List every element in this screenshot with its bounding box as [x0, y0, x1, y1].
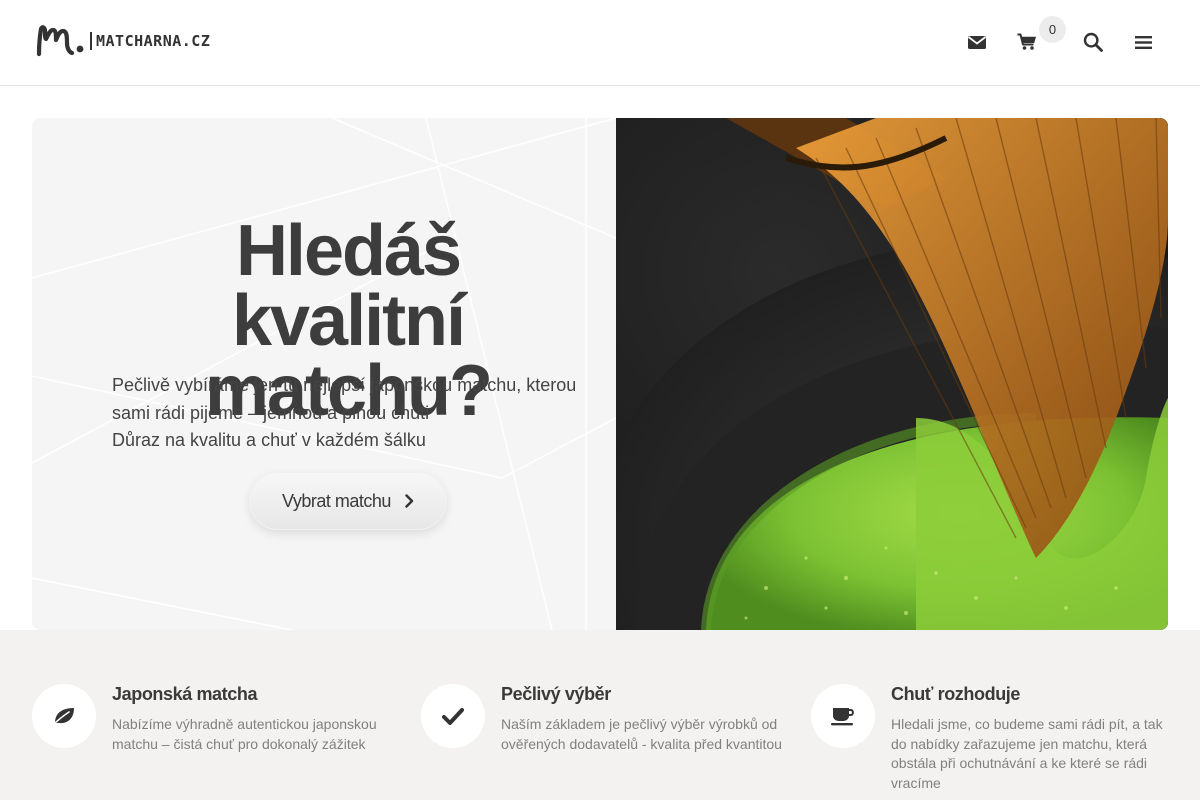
envelope-icon — [967, 36, 987, 49]
feature-title: Pečlivý výběr — [501, 684, 611, 704]
site-logo[interactable]: MATCHARNA.CZ — [36, 25, 210, 57]
hero-description-line: Důraz na kvalitu a chuť v každém šálku — [112, 430, 426, 450]
contact-button[interactable] — [964, 29, 990, 55]
feature-title: Chuť rozhoduje — [891, 684, 1021, 704]
feature-text: Naším základem je pečlivý výběr výrobků … — [501, 716, 782, 752]
feature-title: Japonská matcha — [112, 684, 258, 704]
feature-text: Hledali jsme, co budeme sami rádi pít, a… — [891, 716, 1163, 791]
hero-description-line: Pečlivě vybíráme jen tu nejlepší japonsk… — [112, 375, 577, 395]
menu-button[interactable] — [1130, 29, 1156, 55]
menu-icon — [1134, 35, 1152, 49]
logo-mark-icon — [36, 25, 84, 57]
hero-image — [616, 118, 1168, 630]
hero-description-line: sami rádi pijeme – jemnou a plnou chuti — [112, 402, 430, 423]
site-header: MATCHARNA.CZ 0 — [0, 0, 1200, 86]
feature-icon-circle — [811, 684, 875, 748]
hero-section: Hledáš kvalitní matchu? Pečlivě vybíráme… — [32, 118, 1168, 630]
check-icon — [442, 707, 464, 725]
feature-text: Nabízíme výhradně autentickou japonskou … — [112, 716, 377, 752]
search-button[interactable] — [1080, 29, 1106, 55]
chevron-right-icon — [405, 494, 414, 508]
cart-button[interactable] — [1014, 29, 1040, 55]
logo-separator — [90, 32, 92, 50]
hero-description: Pečlivě vybíráme jen tu nejlepší japonsk… — [112, 372, 592, 455]
choose-matcha-button-label: Vybrat matchu — [282, 490, 391, 511]
feature-icon-circle — [421, 684, 485, 748]
features-band: Japonská matcha Nabízíme výhradně autent… — [0, 630, 1200, 800]
cart-count-badge: 0 — [1039, 16, 1066, 43]
matcha-whisk-bowl-illustration — [616, 118, 1168, 630]
hero-text-panel: Hledáš kvalitní matchu? Pečlivě vybíráme… — [32, 118, 616, 630]
leaf-icon — [52, 708, 74, 726]
choose-matcha-button[interactable]: Vybrat matchu — [249, 472, 447, 530]
cart-icon — [1017, 33, 1036, 50]
search-icon — [1083, 32, 1103, 52]
coffee-cup-icon — [831, 708, 854, 726]
brand-name: MATCHARNA.CZ — [96, 32, 211, 50]
feature-icon-circle — [32, 684, 96, 748]
